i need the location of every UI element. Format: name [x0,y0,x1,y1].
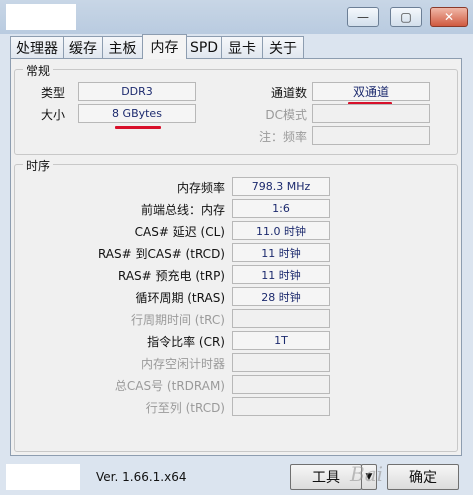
timing-label-row-to-column: 行至列 (tRCD) [145,401,225,415]
close-button[interactable]: ✕ [430,7,468,27]
timing-value-trcd: 11 时钟 [232,243,330,262]
timing-value-mem-freq: 798.3 MHz [232,177,330,196]
size-highlight-underline [115,126,161,129]
timing-value-idle-timer [232,353,330,372]
title-bar: — ▢ ✕ [0,0,473,34]
timing-label-tras: 循环周期 (tRAS) [135,291,225,305]
timings-group: 时序 内存频率 798.3 MHz 前端总线：内存 1:6 CAS# 延迟 (C… [14,157,458,452]
memory-panel: 常规 类型 DDR3 大小 8 GBytes 通道数 双通道 DC模式 注：频率… [10,58,462,456]
tab-mainboard[interactable]: 主板 [102,36,143,58]
channels-label: 通道数 [270,86,307,100]
type-label: 类型 [41,86,66,100]
tab-bar: 处理器 缓存 主板 内存 SPD 显卡 关于 [10,34,304,59]
timing-value-trc [232,309,330,328]
timing-value-row-to-column [232,397,330,416]
timing-value-fsb-dram: 1:6 [232,199,330,218]
maximize-icon: ▢ [400,10,412,24]
size-label: 大小 [41,108,66,122]
timings-group-title: 时序 [23,157,54,174]
timing-label-idle-timer: 内存空闲计时器 [140,357,225,371]
timing-label-trc: 行周期时间 (tRC) [130,313,225,327]
version-text: Ver. 1.66.1.x64 [96,470,187,484]
watermark-text: Bai [350,462,384,486]
minimize-button[interactable]: — [347,7,379,27]
tab-about[interactable]: 关于 [262,36,304,58]
size-field: 8 GBytes [78,104,196,123]
footer-bar: Ver. 1.66.1.x64 工具 ▼ 确定 [0,456,473,495]
general-group-title: 常规 [23,62,54,79]
maximize-button[interactable]: ▢ [390,7,422,27]
tab-graphics[interactable]: 显卡 [221,36,263,58]
timing-label-command-rate: 指令比率 (CR) [147,335,225,349]
minimize-icon: — [357,10,369,24]
timing-value-tras: 28 时钟 [232,287,330,306]
dc-mode-field [312,104,430,123]
note-freq-field [312,126,430,145]
timing-value-trp: 11 时钟 [232,265,330,284]
timing-label-trp: RAS# 预充电 (tRP) [117,269,225,283]
timing-value-trdram [232,375,330,394]
channels-field: 双通道 [312,82,430,101]
ok-button[interactable]: 确定 [387,464,459,490]
type-field: DDR3 [78,82,196,101]
timing-value-command-rate: 1T [232,331,330,350]
note-freq-label: 注：频率 [258,130,307,144]
close-icon: ✕ [443,10,455,24]
dc-mode-label: DC模式 [265,108,307,122]
timing-label-cas-latency: CAS# 延迟 (CL) [134,225,225,239]
logo-area [6,464,80,490]
title-icon-area [6,4,76,30]
tab-cpu[interactable]: 处理器 [10,36,64,58]
tab-caches[interactable]: 缓存 [63,36,103,58]
tab-spd[interactable]: SPD [186,36,222,58]
timing-label-trdram: 总CAS号 (tRDRAM) [114,379,225,393]
tab-memory[interactable]: 内存 [142,34,187,59]
timing-label-fsb-dram: 前端总线：内存 [140,203,225,217]
timing-label-trcd: RAS# 到CAS# (tRCD) [97,247,225,261]
timing-label-mem-freq: 内存频率 [176,181,225,195]
timing-value-cas-latency: 11.0 时钟 [232,221,330,240]
general-group: 常规 类型 DDR3 大小 8 GBytes 通道数 双通道 DC模式 注：频率 [14,62,458,155]
